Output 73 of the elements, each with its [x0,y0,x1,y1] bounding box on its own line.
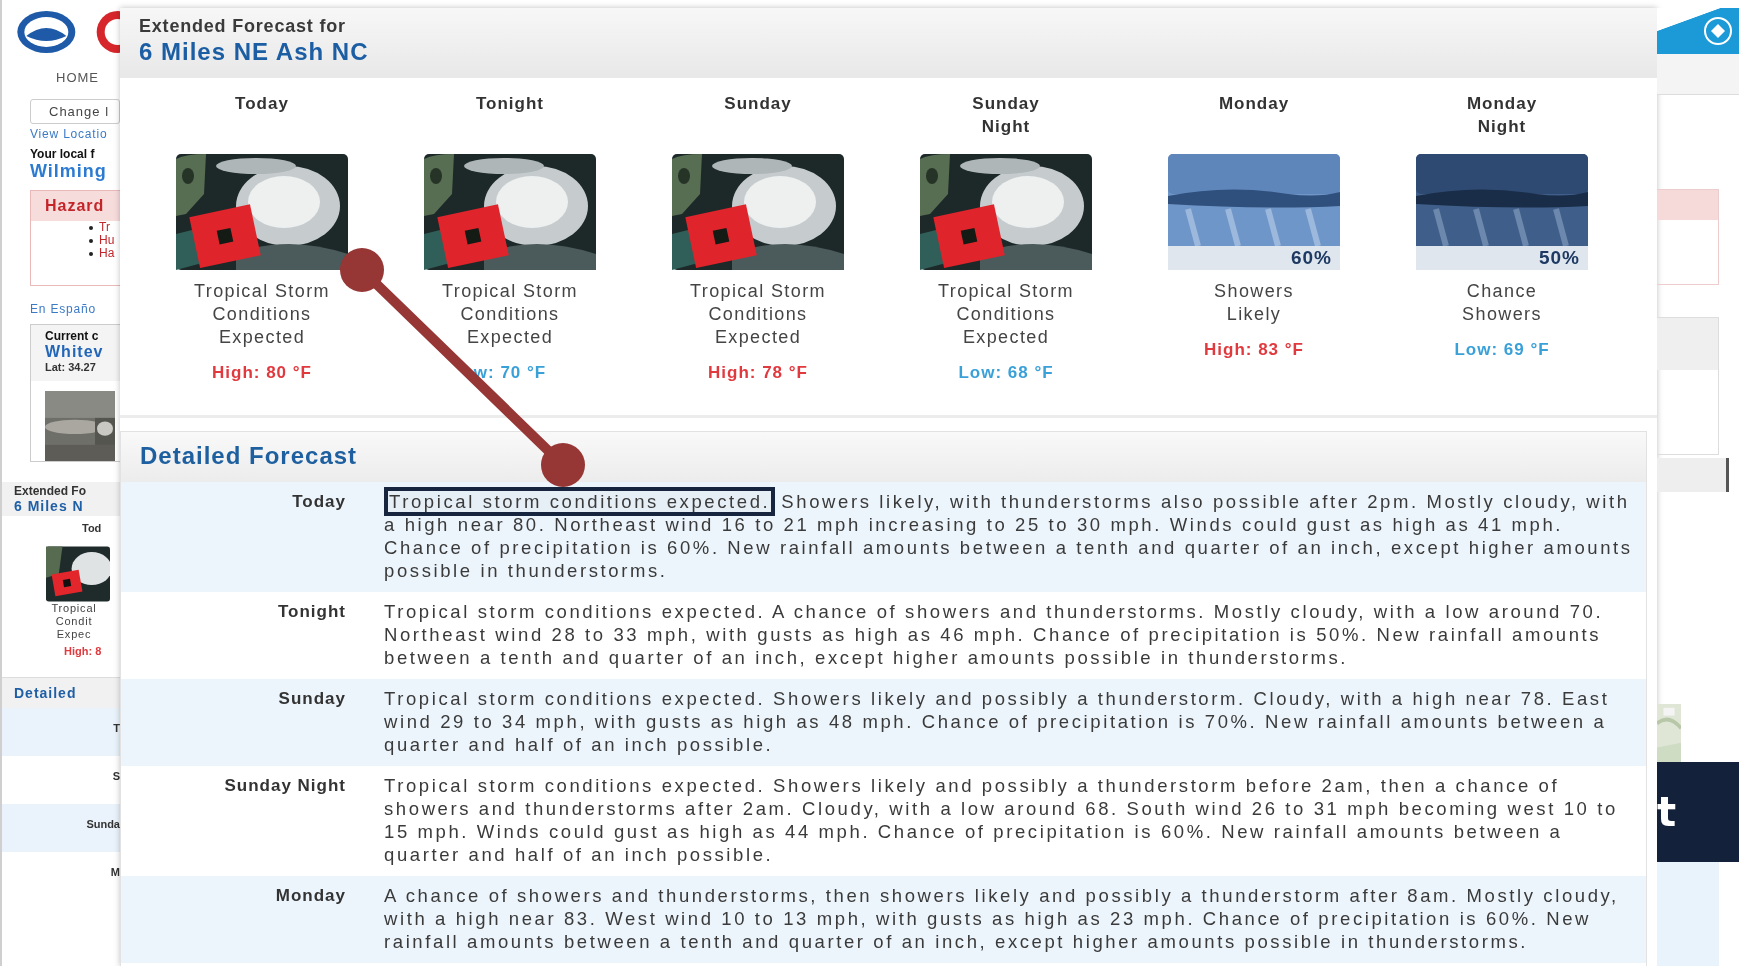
mini-forecast-summary: Tropical [50,602,98,615]
period-name: Monday [1217,93,1291,115]
forecast-summary: Tropical Storm [690,280,826,303]
temperature: High: 83 °F [1204,340,1304,360]
forecast-summary: Chance [1466,280,1538,303]
forecast-summary: Expected [218,326,306,349]
forecast-location: 6 Miles NE Ash NC [139,38,370,66]
view-location-link[interactable]: View Locatio [30,127,120,141]
hazard-link[interactable]: Tr [99,221,110,234]
temperature: High: 80 °F [212,363,312,383]
latitude-text: Lat: 34.27 [45,361,97,373]
precipitation-chance: 50% [1538,247,1580,269]
forecast-summary: Conditions [708,303,808,326]
mini-temperature: High: 8 [64,645,103,657]
station-name: Whitev [45,343,105,361]
period-name: Monday Night [1465,93,1539,138]
forecast-summary: Tropical Storm [442,280,578,303]
home-link[interactable]: HOME [56,70,120,85]
hazard-link[interactable]: Ha [99,247,115,260]
hazard-link[interactable]: Hu [99,234,115,247]
mini-forecast-location: 6 Miles N [14,498,85,514]
period-label: Sunday Night [223,775,346,797]
forecast-text: A chance of showers and thunderstorms, then showers likely and possibly a thunderstorm after 8am. Mostly cloudy, with a high near 83. West wind 10 to 13 mph, with gusts as high as 23 mph. Chance of precipitation is 60%. New rainfall amounts between a tenth and quarter of an inch, except higher amounts possible in thunderstorms. [384,884,1620,954]
bullet-icon [89,225,93,230]
location-field[interactable]: Change l [30,99,120,124]
detailed-forecast-title: Detailed Forecast [140,442,358,469]
forecast-summary: Conditions [956,303,1056,326]
precipitation-chance: 60% [1290,247,1332,269]
mini-forecast-summary: Expec [55,628,93,641]
forecast-summary: Conditions [460,303,560,326]
period-name: Today [234,93,290,115]
forecast-summary: Showers [1214,280,1294,303]
forecast-summary: Showers [1462,303,1542,326]
office-link[interactable]: Wilming [30,161,120,182]
forecast-summary: Tropical Storm [194,280,330,303]
mini-period-label: S [112,770,120,782]
mini-forecast-summary: Condit [54,615,94,628]
forecast-summary: Conditions [212,303,312,326]
forecast-summary: Tropical Storm [938,280,1074,303]
bullet-icon [89,251,93,256]
period-label: Today [291,491,346,513]
forecast-summary: Expected [466,326,554,349]
local-forecast-label: Your local f [30,147,96,161]
forecast-text: Tropical storm conditions expected. Showers likely, with thunderstorms also possible after 2pm. Mostly cloudy, with a high near 80. Northeast wind 16 to 21 mph increasing to 25 to 30 mph. Winds could gust as high as 41 mph. Chance of precipitation is 60%. New rainfall amounts between a tenth and quarter of an inch, except higher amounts possible in thunderstorms. [384,486,1636,586]
mini-period-label: M [110,866,120,878]
spanish-link[interactable]: En Españo [30,302,120,316]
side-panel [1657,458,1729,492]
forecast-text: Tropical storm conditions expected. A chance of showers and thunderstorms. Mostly cloudy, with a low around 70. Northeast wind 28 to 33 mph, with gusts as high as 46 mph. Chance of precipitation is 50%. New rainfall amounts between a tenth and quarter of an inch, except higher amounts possible in thunderstorms. [384,600,1605,670]
period-name: Sunday [723,93,793,115]
forecast-summary: Expected [714,326,802,349]
temperature: Low: 69 °F [1454,340,1550,360]
period-label: Monday [274,885,346,907]
temperature: Low: 68 °F [958,363,1054,383]
forecast-text: Tropical storm conditions expected. Showers likely and possibly a thunderstorm. Cloudy, with a high near 78. East wind 29 to 34 mph, with gusts as high as 48 mph. Chance of precipitation is 70%. New rainfall amounts between a quarter and half of an inch possible. [384,687,1611,757]
emblem-icon [1703,16,1733,46]
mini-period-label: T [113,722,120,734]
temperature: High: 78 °F [708,363,808,383]
forecast-summary: Expected [962,326,1050,349]
mini-period-label: Sunda [86,818,120,830]
hazards-title: Hazard [31,191,120,221]
period-name: Sunday Night [971,93,1041,138]
current-conditions-label: Current c [45,329,100,343]
period-name: Tonight [474,93,545,115]
mini-detailed-title: Detailed [14,685,77,701]
forecast-text: Tropical storm conditions expected. Showers likely and possibly a thunderstorm before 2am, then a chance of showers and thunderstorms after 2am. Cloudy, with a low around 68. South wind 26 to 31 mph becoming west 10 to 15 mph. Winds could gust as high as 44 mph. Chance of precipitation is 60%. New rainfall amounts between a quarter and half of an inch possible. [384,774,1619,867]
banner-text: t [1657,789,1677,835]
forecast-title: Extended Forecast for [139,16,347,37]
mini-period-name: Tod [82,522,103,534]
forecast-summary: Likely [1226,303,1282,326]
period-label: Sunday [277,688,346,710]
bullet-icon [89,238,93,243]
mini-forecast-title: Extended Fo [14,484,87,498]
period-label: Tonight [276,601,346,623]
